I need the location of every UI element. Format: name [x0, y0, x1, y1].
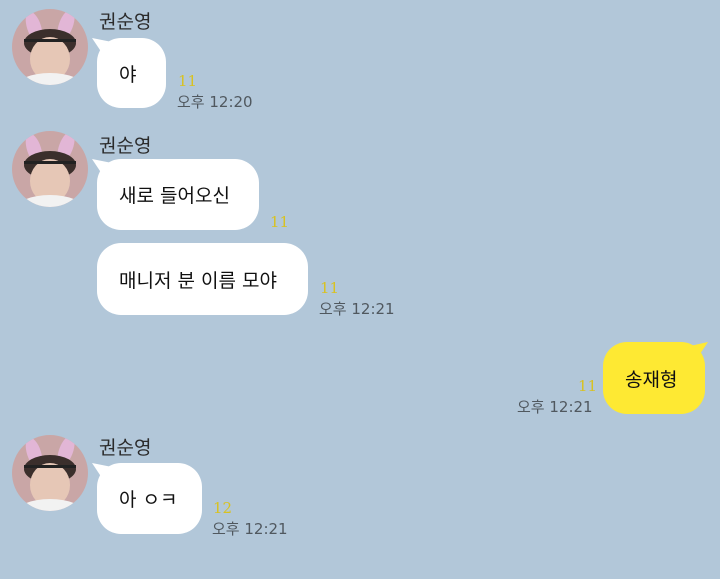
- message-bubble[interactable]: 새로 들어오신: [97, 159, 259, 230]
- message-text: 아 ㅇㅋ: [119, 489, 178, 511]
- message-time: 오후 12:21: [212, 520, 288, 538]
- message-bubble[interactable]: 야: [97, 38, 166, 108]
- avatar[interactable]: [12, 435, 88, 511]
- unread-count: 11: [320, 279, 340, 297]
- unread-count: 11: [178, 72, 198, 90]
- message-time: 오후 12:20: [177, 93, 253, 111]
- avatar[interactable]: [12, 131, 88, 207]
- message-text: 새로 들어오신: [119, 185, 230, 207]
- profile-photo-icon: [12, 131, 88, 207]
- profile-photo-icon: [12, 435, 88, 511]
- profile-photo-icon: [12, 9, 88, 85]
- bubble-tail: [690, 342, 708, 360]
- message-time: 오후 12:21: [319, 300, 395, 318]
- message-time: 오후 12:21: [517, 398, 593, 416]
- message-bubble[interactable]: 아 ㅇㅋ: [97, 463, 202, 534]
- message-bubble[interactable]: 매니저 분 이름 모야: [97, 243, 308, 315]
- avatar[interactable]: [12, 9, 88, 85]
- message-text: 매니저 분 이름 모야: [119, 269, 277, 292]
- message-text: 송재형: [625, 368, 678, 391]
- unread-count: 11: [578, 377, 598, 395]
- sender-name: 권순영: [99, 11, 152, 33]
- unread-count: 12: [213, 499, 233, 517]
- message-text: 야: [119, 63, 137, 86]
- sender-name: 권순영: [99, 437, 152, 459]
- sender-name: 권순영: [99, 135, 152, 157]
- unread-count: 11: [270, 213, 290, 231]
